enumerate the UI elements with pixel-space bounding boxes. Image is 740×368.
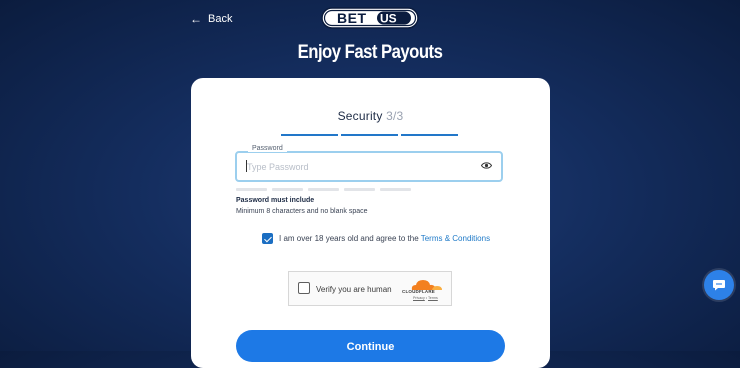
step-count: 3/3 [386, 109, 404, 123]
agree-text: I am over 18 years old and agree to the [279, 234, 421, 243]
agree-label: I am over 18 years old and agree to the … [279, 234, 490, 243]
betus-logo: BET US [321, 7, 419, 29]
password-label: Password [248, 145, 287, 152]
requirements-title: Password must include [236, 197, 315, 204]
svg-text:US: US [380, 12, 397, 26]
strength-segment [236, 188, 267, 191]
step-bar [341, 134, 398, 136]
password-input[interactable] [247, 159, 472, 174]
cloudflare-captcha: Verify you are human CLOUDFLARE Privacy … [288, 271, 452, 306]
strength-segment [380, 188, 411, 191]
strength-segment [272, 188, 303, 191]
captcha-links: Privacy • Terms [413, 296, 438, 300]
privacy-link[interactable]: Privacy [413, 296, 425, 300]
security-form-card: Security 3/3 Password Password must incl… [191, 78, 550, 368]
password-field[interactable]: Password [235, 145, 503, 182]
svg-text:BET: BET [337, 10, 367, 26]
strength-segment [308, 188, 339, 191]
captcha-label: Verify you are human [316, 285, 392, 294]
step-title-text: Security [337, 109, 383, 123]
step-title: Security 3/3 [191, 109, 550, 123]
chat-button[interactable] [704, 270, 734, 300]
headline: Enjoy Fast Payouts [297, 42, 443, 63]
text-caret [246, 160, 247, 172]
captcha-checkbox[interactable] [298, 282, 310, 294]
strength-segment [344, 188, 375, 191]
arrow-left-icon: ← [190, 12, 202, 26]
chat-bubble-icon [713, 280, 725, 291]
requirements-text: Minimum 8 characters and no blank space [236, 208, 368, 215]
agree-checkbox[interactable] [262, 233, 273, 244]
back-button[interactable]: ← Back [190, 13, 232, 25]
back-label: Back [208, 13, 233, 25]
step-bar [281, 134, 338, 136]
captcha-terms-link[interactable]: Terms [428, 296, 438, 300]
step-bar [401, 134, 458, 136]
age-agreement: I am over 18 years old and agree to the … [262, 233, 490, 244]
terms-link[interactable]: Terms & Conditions [421, 234, 490, 243]
step-progress [281, 134, 458, 136]
cloudflare-brand: CLOUDFLARE [402, 289, 435, 294]
password-strength-meter [236, 188, 411, 191]
continue-button[interactable]: Continue [236, 330, 505, 362]
eye-icon[interactable] [481, 161, 492, 170]
